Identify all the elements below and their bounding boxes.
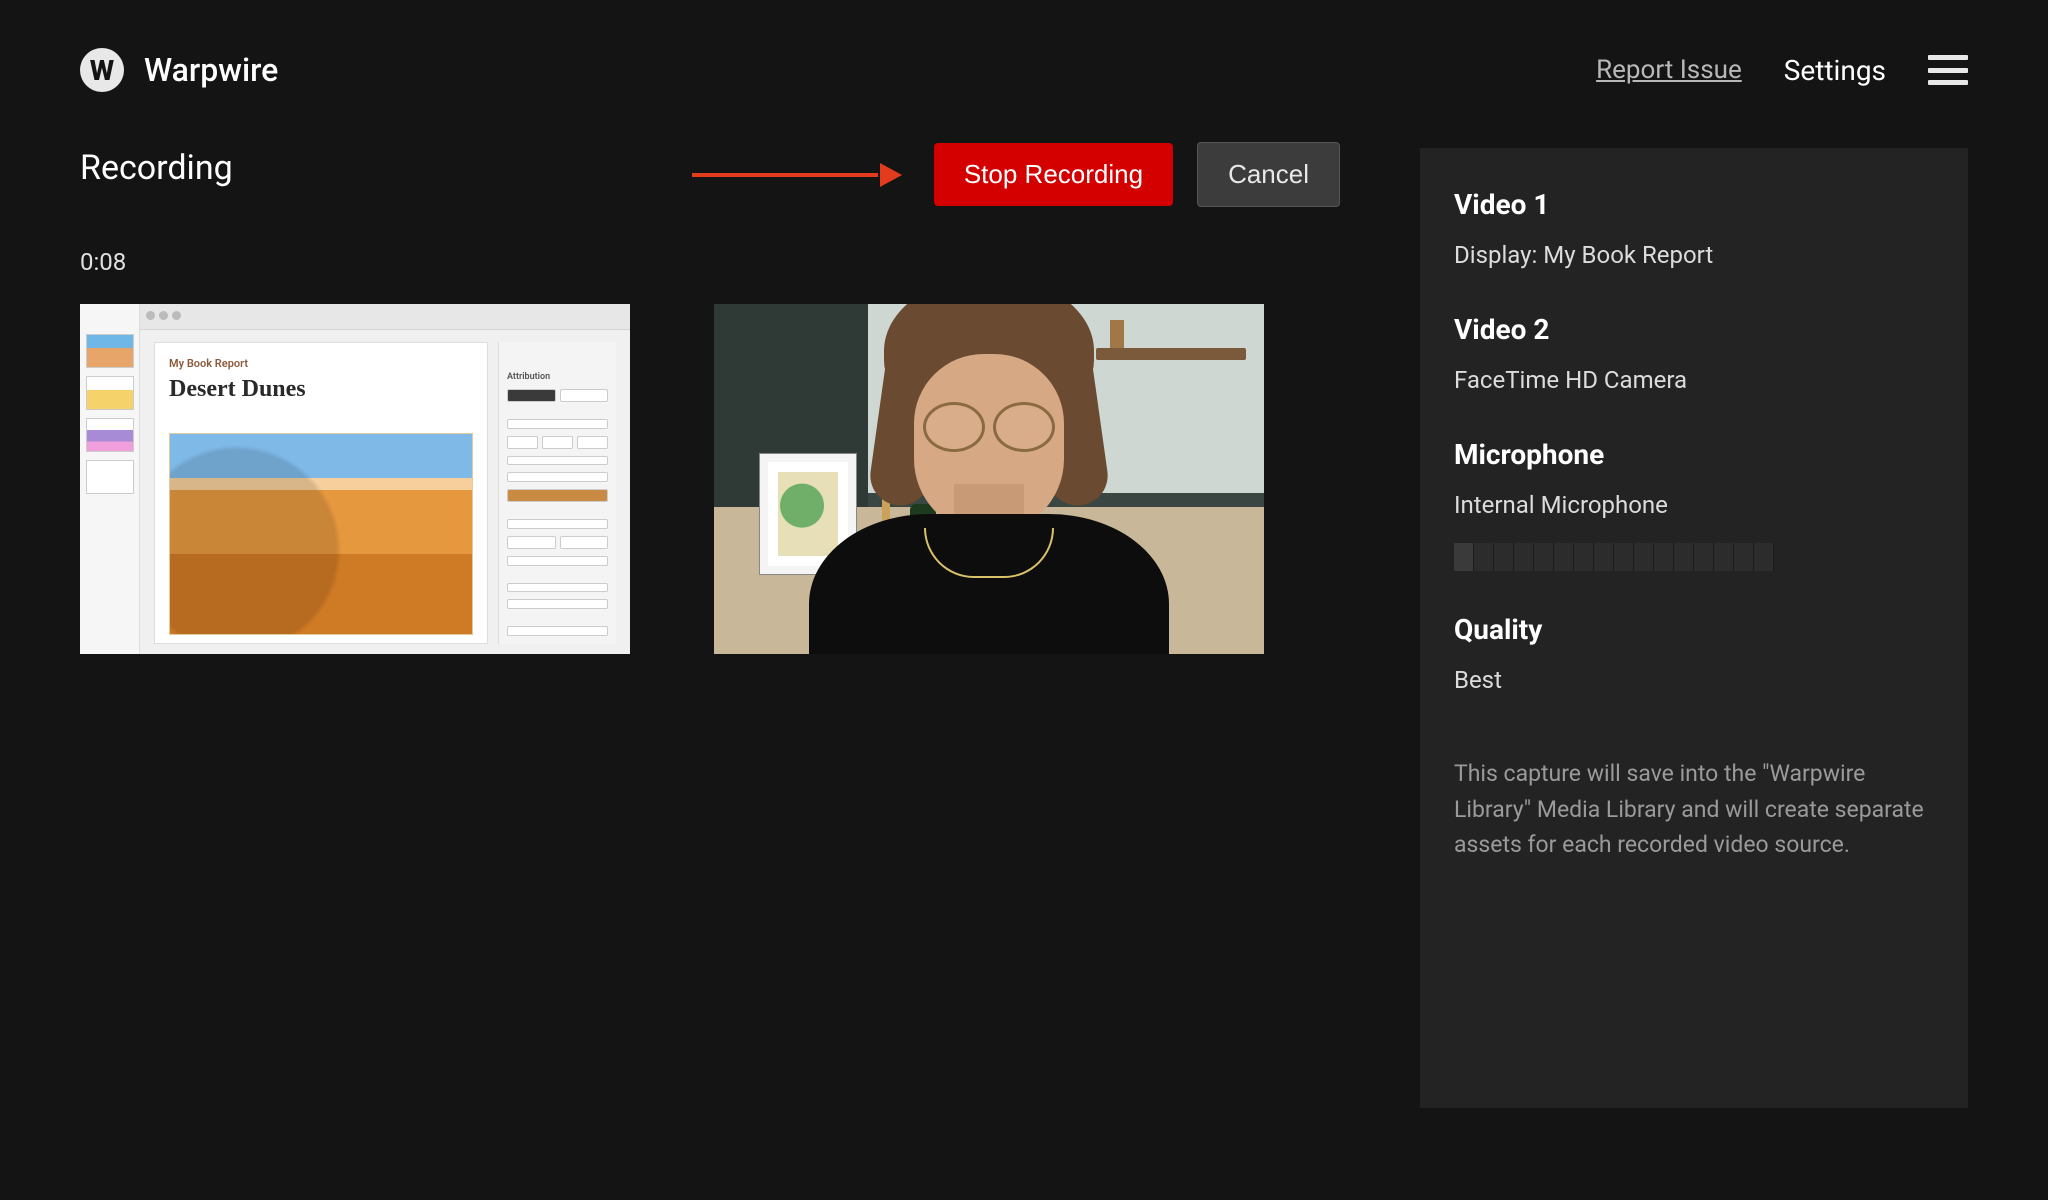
- cancel-button[interactable]: Cancel: [1197, 142, 1340, 207]
- video1-value: Display: My Book Report: [1454, 241, 1934, 269]
- header-actions: Report Issue Settings: [1596, 54, 1968, 87]
- slide-title: Desert Dunes: [169, 376, 473, 403]
- slide-canvas: My Book Report Desert Dunes: [154, 342, 488, 644]
- mic-meter-segment: [1654, 543, 1674, 571]
- slide-thumbnails: [80, 304, 140, 654]
- slide-hero-image: [169, 433, 473, 635]
- video1-preview: My Book Report Desert Dunes Attribution: [80, 304, 630, 654]
- slide-thumb: [86, 418, 134, 452]
- annotation-arrow-icon: [692, 163, 902, 187]
- save-destination-note: This capture will save into the "Warpwir…: [1454, 756, 1934, 863]
- mic-meter-segment: [1634, 543, 1654, 571]
- video2-heading: Video 2: [1454, 313, 1934, 346]
- video1-heading: Video 1: [1454, 188, 1934, 221]
- menu-icon[interactable]: [1928, 55, 1968, 85]
- mic-meter-segment: [1494, 543, 1514, 571]
- mic-meter-segment: [1614, 543, 1634, 571]
- mic-meter-segment: [1534, 543, 1554, 571]
- inspector-panel: Attribution: [498, 342, 616, 644]
- inspector-heading: Attribution: [507, 372, 608, 382]
- quality-value: Best: [1454, 666, 1934, 694]
- video2-preview: [714, 304, 1264, 654]
- slide-thumb: [86, 376, 134, 410]
- quality-heading: Quality: [1454, 613, 1934, 646]
- brand-logo-icon: W: [80, 48, 124, 92]
- window-titlebar: [140, 304, 630, 330]
- person-icon: [809, 394, 1169, 654]
- mic-meter-segment: [1674, 543, 1694, 571]
- recording-actions: Stop Recording Cancel: [692, 142, 1340, 207]
- brand[interactable]: W Warpwire: [80, 48, 278, 92]
- shelf-icon: [1096, 348, 1246, 360]
- webcam-mock: [714, 304, 1264, 654]
- preview-row: My Book Report Desert Dunes Attribution: [80, 304, 1340, 654]
- mic-meter-segment: [1594, 543, 1614, 571]
- mic-meter-segment: [1734, 543, 1754, 571]
- mic-meter-segment: [1554, 543, 1574, 571]
- slide-thumb: [86, 460, 134, 494]
- mic-meter-segment: [1454, 543, 1474, 571]
- brand-glyph: W: [90, 54, 114, 87]
- slide-canvas-area: My Book Report Desert Dunes Attribution: [140, 304, 630, 654]
- recording-area: Stop Recording Cancel Recording 0:08: [80, 148, 1340, 1108]
- video2-value: FaceTime HD Camera: [1454, 366, 1934, 394]
- microphone-value: Internal Microphone: [1454, 491, 1934, 519]
- settings-sidebar: Video 1 Display: My Book Report Video 2 …: [1420, 148, 1968, 1108]
- recording-timer: 0:08: [80, 248, 1340, 276]
- brand-name: Warpwire: [144, 51, 278, 89]
- app-header: W Warpwire Report Issue Settings: [0, 0, 2048, 116]
- microphone-level-meter: [1454, 543, 1774, 571]
- mic-meter-segment: [1474, 543, 1494, 571]
- slide-subheading: My Book Report: [169, 357, 473, 370]
- mic-meter-segment: [1514, 543, 1534, 571]
- slide-thumb: [86, 334, 134, 368]
- report-issue-link[interactable]: Report Issue: [1596, 55, 1742, 85]
- stop-recording-button[interactable]: Stop Recording: [934, 143, 1173, 206]
- settings-link[interactable]: Settings: [1784, 54, 1886, 87]
- mic-meter-segment: [1574, 543, 1594, 571]
- mic-meter-segment: [1754, 543, 1774, 571]
- mic-meter-segment: [1714, 543, 1734, 571]
- presentation-mock: My Book Report Desert Dunes Attribution: [80, 304, 630, 654]
- main: Stop Recording Cancel Recording 0:08: [0, 116, 2048, 1108]
- mic-meter-segment: [1694, 543, 1714, 571]
- microphone-heading: Microphone: [1454, 438, 1934, 471]
